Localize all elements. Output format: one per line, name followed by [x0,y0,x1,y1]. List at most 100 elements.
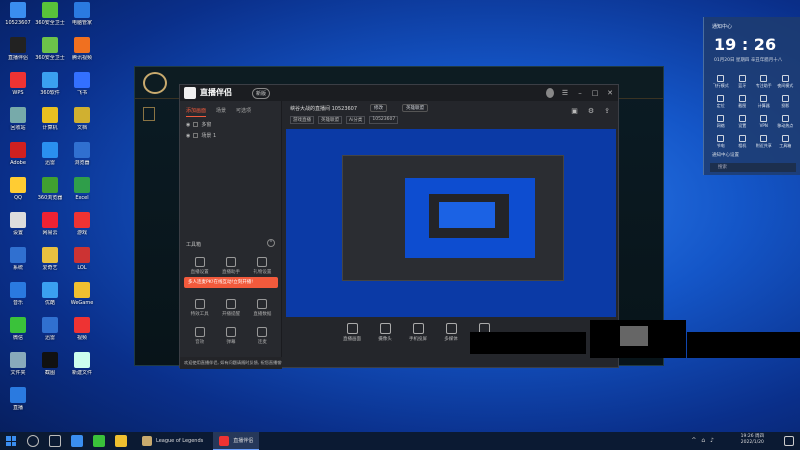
collapse-icon[interactable]: ⌃ [267,239,275,247]
search-input[interactable]: 搜索 [710,163,796,172]
notification-icon[interactable] [784,436,794,446]
tool-item[interactable]: 音效 [184,327,215,345]
quick-action-tile[interactable]: 附近共享 [753,135,775,149]
tool-item[interactable]: 开播提醒 [215,299,246,317]
quick-action-tile[interactable]: 设置 [732,115,754,129]
promo-banner[interactable]: 多人连麦PK!在线互动!立刻开播! [184,277,278,288]
share-icon[interactable]: ⇪ [604,107,610,115]
desktop-icon[interactable]: 直播 [2,387,34,417]
maximize-icon[interactable]: □ [591,89,599,97]
quick-action-tile[interactable]: 相机 [732,135,754,149]
desktop-icon[interactable]: Excel [66,177,98,207]
folder-icon[interactable] [115,435,127,447]
stream-preview[interactable] [286,129,616,317]
desktop-icon[interactable]: 360安全卫士 [34,2,66,32]
desktop-icon[interactable]: 360安全卫士 [34,37,66,67]
taskbar-clock[interactable]: 19:26 周四 2022/1/20 [741,434,764,446]
desktop-icon[interactable]: 飞书 [66,72,98,102]
scene-item[interactable]: ◉ 多窗 [180,117,281,129]
tab-add-source[interactable]: 添加画面 [186,107,207,117]
desktop-icon[interactable]: 优酷 [34,282,66,312]
quick-action-tile[interactable]: 蓝牙 [732,75,754,89]
tag[interactable]: 游戏直播 [290,116,314,124]
desktop-icon[interactable]: 截图 [34,352,66,382]
desktop-icon[interactable]: 爱奇艺 [34,247,66,277]
scene-item[interactable]: ◉ 场景 1 [180,128,281,140]
desktop-icon[interactable]: 回收站 [2,107,34,137]
taskbar-app-lol[interactable]: League of Legends [136,432,209,450]
media-button[interactable]: 多媒体 [439,323,463,359]
quick-action-tile[interactable]: 移动热点 [775,115,797,129]
tool-item[interactable]: 直播助手 [215,257,246,275]
quick-action-tile[interactable]: 投影 [775,95,797,109]
desktop-icon[interactable]: 文件夹 [2,352,34,382]
minimize-icon[interactable]: – [576,89,584,97]
lock-icon[interactable] [193,133,199,138]
eye-icon[interactable]: ◉ [186,133,190,139]
category-select[interactable]: 英雄联盟 [402,104,428,112]
desktop-icon[interactable]: 迅雷 [34,142,66,172]
desktop-icon[interactable]: 设置 [2,212,34,242]
tab-scenes[interactable]: 场景 [216,107,226,117]
desktop-icon[interactable]: 迅雷 [34,317,66,347]
desktop-icon[interactable]: Adobe [2,142,34,172]
quick-action-tile[interactable]: 截图 [732,95,754,109]
desktop-icon[interactable]: 系统 [2,247,34,277]
wechat-icon[interactable] [93,435,105,447]
desktop-icon[interactable]: 360浏览器 [34,177,66,207]
desktop-icon[interactable]: 电脑管家 [66,2,98,32]
desktop-icon[interactable]: 游戏 [66,212,98,242]
screen-button[interactable]: 直播画面 [340,323,364,359]
menu-icon[interactable]: ☰ [561,89,569,97]
desktop-icon[interactable]: 微信 [2,317,34,347]
desktop-icon[interactable]: WeGame [66,282,98,312]
desktop-icon[interactable]: 腾讯视频 [66,37,98,67]
tool-item[interactable]: 弹幕 [215,327,246,345]
quick-action-tile[interactable]: 工具箱 [775,135,797,149]
desktop-icon[interactable]: 360软件 [34,72,66,102]
desktop-icon[interactable]: 直播伴侣 [2,37,34,67]
taskbar-app-streaming[interactable]: 直播伴侣 [213,432,260,450]
avatar[interactable] [546,88,554,98]
edit-button[interactable]: 修改 [370,104,387,112]
desktop-icon[interactable]: 新建文件 [66,352,98,382]
eye-icon[interactable]: ◉ [186,122,190,128]
desktop-icon[interactable]: 计算机 [34,107,66,137]
quick-action-tile[interactable]: 夜间模式 [775,75,797,89]
quick-action-tile[interactable]: 节电 [710,135,732,149]
quick-action-tile[interactable]: 定位 [710,95,732,109]
camera-button[interactable]: 摄像头 [373,323,397,359]
quick-action-tile[interactable]: 网络 [710,115,732,129]
volume-icon[interactable]: ♪ [710,437,714,444]
desktop-icon[interactable]: LOL [66,247,98,277]
quick-action-tile[interactable]: VPN [753,115,775,129]
close-icon[interactable]: ✕ [606,89,614,97]
start-button[interactable] [6,436,16,446]
network-icon[interactable]: ⌂ [701,437,705,444]
streaming-app-window[interactable]: 直播伴侣 新版 ☰ – □ ✕ 添加画面 场景 可选项 ◉ 多窗 ◉ 场景 1 … [179,84,619,369]
quick-action-tile[interactable]: 计算器 [753,95,775,109]
task-view-icon[interactable] [49,435,61,447]
tag[interactable]: 英雄联盟 [318,116,342,124]
tag[interactable]: Ai分类 [346,116,366,124]
desktop-icon[interactable]: 浏览器 [66,142,98,172]
chevron-up-icon[interactable]: ^ [691,437,696,444]
tool-item[interactable]: 礼物设置 [247,257,278,275]
desktop-icon[interactable]: 文档 [66,107,98,137]
desktop-icon[interactable]: WPS [2,72,34,102]
tool-item[interactable]: 连麦 [247,327,278,345]
settings-link[interactable]: 通知中心设置 [712,152,739,158]
camera-icon[interactable]: ▣ [571,107,578,115]
tab-options[interactable]: 可选项 [236,107,251,117]
mobile-cast-button[interactable]: 手机投屏 [406,323,430,359]
quick-action-tile[interactable]: 飞行模式 [710,75,732,89]
edge-icon[interactable] [71,435,83,447]
tool-item[interactable]: 直播数据 [247,299,278,317]
desktop-icon[interactable]: 音乐 [2,282,34,312]
tool-item[interactable]: 直播设置 [184,257,215,275]
search-icon[interactable] [27,435,39,447]
desktop-icon[interactable]: 10523607 [2,2,34,32]
tool-item[interactable]: 特效工具 [184,299,215,317]
quick-action-tile[interactable]: 专注助手 [753,75,775,89]
desktop-icon[interactable]: 网易云 [34,212,66,242]
